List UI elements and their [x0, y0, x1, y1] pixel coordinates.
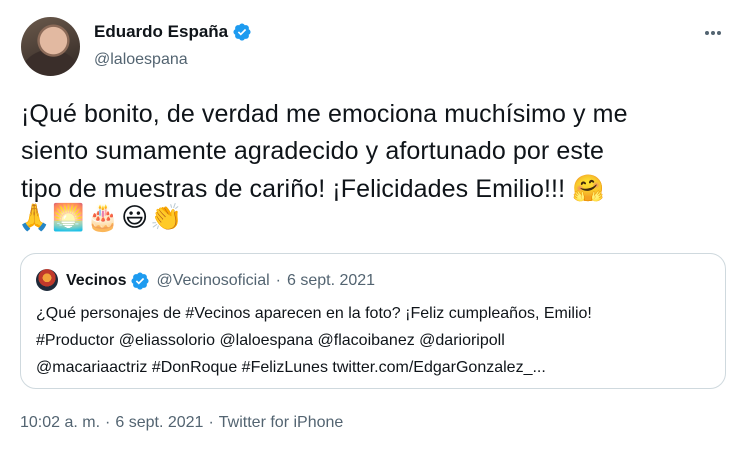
- verified-badge-icon: [233, 23, 251, 41]
- quote-separator: ·: [275, 272, 281, 289]
- footer-separator: ·: [208, 414, 214, 431]
- quote-text-line: ¿Qué personajes de #Vecinos aparecen en …: [36, 305, 592, 322]
- quote-text: ¿Qué personajes de #Vecinos aparecen en …: [36, 300, 716, 381]
- more-horizontal-icon[interactable]: [698, 23, 726, 43]
- quote-header: Vecinos @Vecinosoficial · 6 sept. 2021: [66, 271, 375, 291]
- tweet-text-line: ¡Qué bonito, de verdad me emociona muchí…: [21, 100, 628, 128]
- author-name[interactable]: Eduardo España: [94, 22, 228, 42]
- tweet-card: Eduardo España @laloespana ¡Qué bonito, …: [0, 0, 741, 455]
- author-handle[interactable]: @laloespana: [94, 50, 188, 70]
- birthday-cake-emoji: 🎂: [86, 202, 120, 232]
- footer-separator: ·: [105, 414, 111, 431]
- author-avatar[interactable]: [21, 17, 80, 76]
- smiling-face-emoji: 😃: [121, 202, 149, 232]
- tweet-date[interactable]: 6 sept. 2021: [115, 413, 203, 433]
- clapping-hands-emoji: 👏: [150, 202, 183, 232]
- tweet-footer: 10:02 a. m. · 6 sept. 2021 · Twitter for…: [20, 413, 343, 433]
- quote-author-name: Vecinos: [66, 272, 127, 289]
- quote-avatar: [36, 269, 58, 291]
- tweet-text: ¡Qué bonito, de verdad me emociona muchí…: [21, 96, 726, 208]
- folded-hands-emoji: 🙏: [18, 202, 51, 232]
- author-name-row[interactable]: Eduardo España: [94, 22, 252, 42]
- hugging-face-emoji: 🤗: [572, 173, 605, 203]
- tweet-text-line: siento sumamente agradecido y afortunado…: [21, 137, 605, 165]
- emoji-row: 🙏 🌅 🎂 😃 👏: [18, 199, 183, 236]
- quote-date: 6 sept. 2021: [287, 272, 376, 289]
- quoted-tweet[interactable]: Vecinos @Vecinosoficial · 6 sept. 2021 ¿…: [20, 253, 726, 389]
- quote-text-line: #Productor @eliassolorio @laloespana @fl…: [36, 332, 505, 349]
- quote-text-line: @macariaactriz #DonRoque #FelizLunes twi…: [36, 359, 546, 376]
- verified-badge-icon: [131, 272, 150, 290]
- quote-author-handle: @Vecinosoficial: [156, 272, 270, 289]
- sunrise-emoji: 🌅: [52, 202, 85, 232]
- tweet-source[interactable]: Twitter for iPhone: [219, 413, 344, 433]
- tweet-time[interactable]: 10:02 a. m.: [20, 413, 100, 433]
